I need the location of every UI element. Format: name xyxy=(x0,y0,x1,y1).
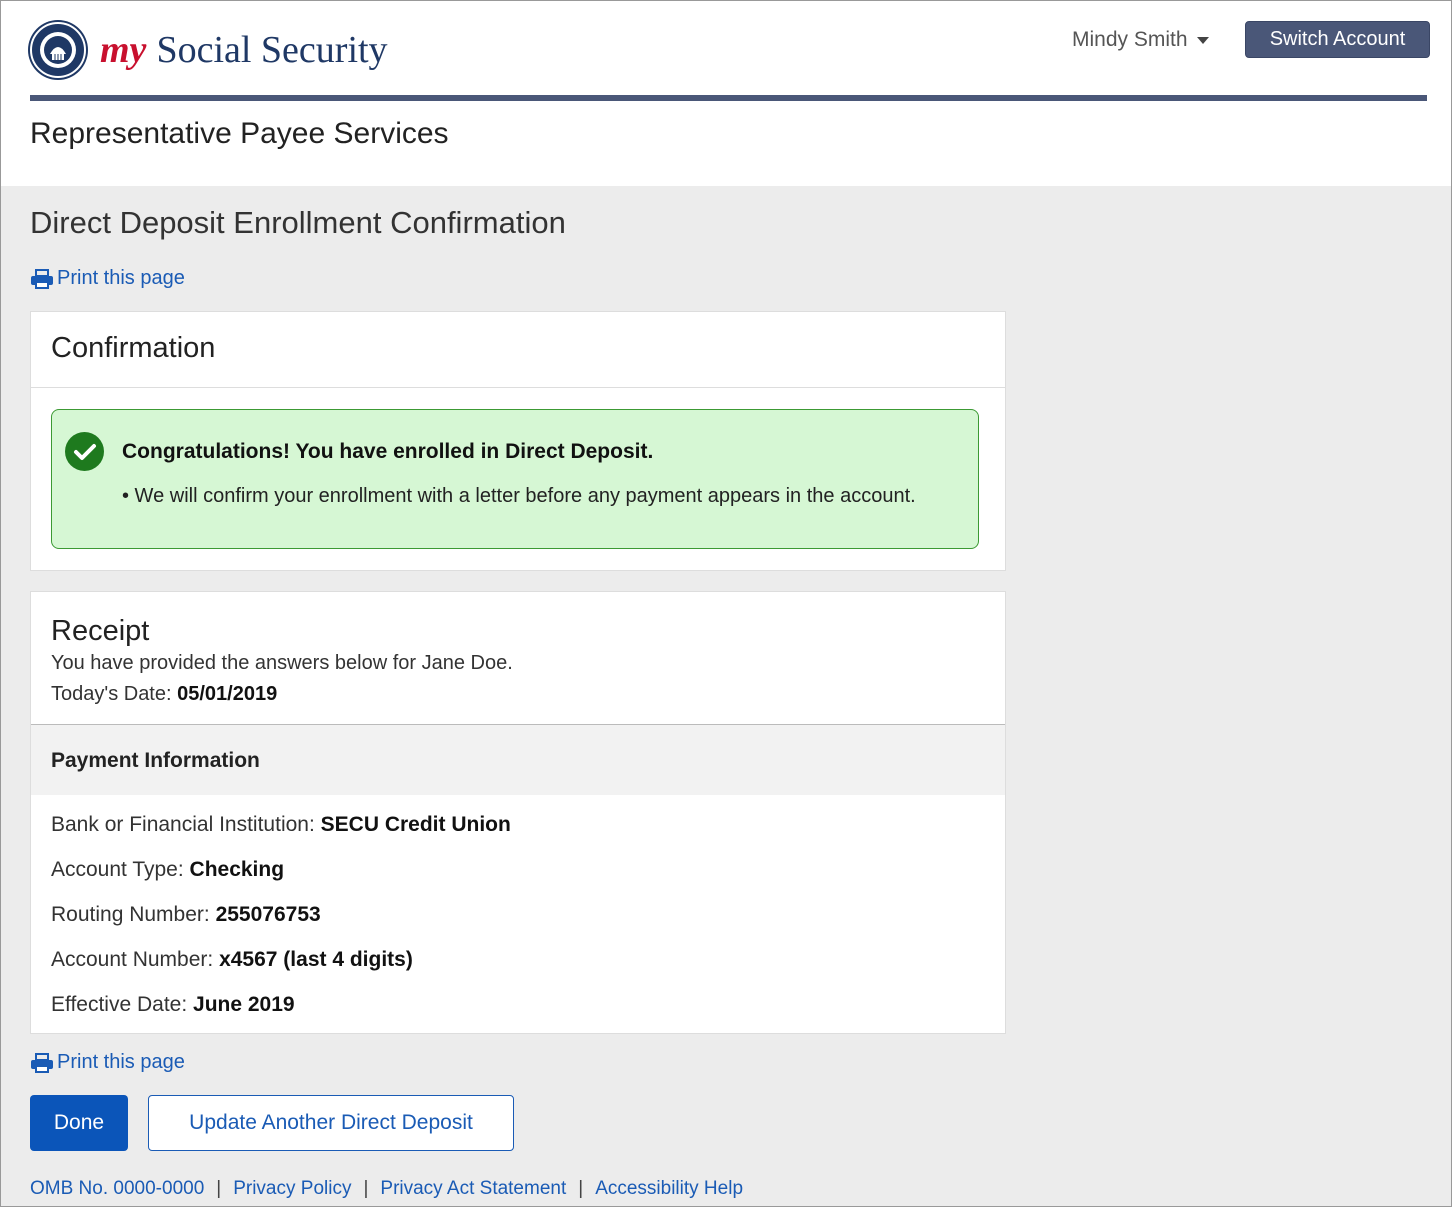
caret-down-icon xyxy=(1197,36,1210,44)
print-page-link-top[interactable]: Print this page xyxy=(30,267,185,290)
footer-privacy-policy-link[interactable]: Privacy Policy xyxy=(233,1178,351,1199)
page-title: Direct Deposit Enrollment Confirmation xyxy=(30,205,566,240)
ssa-seal-icon xyxy=(30,22,86,78)
receipt-card: Receipt You have provided the answers be… xyxy=(30,591,1006,1034)
done-button[interactable]: Done xyxy=(30,1095,128,1151)
footer-privacy-act-link[interactable]: Privacy Act Statement xyxy=(380,1178,566,1199)
payment-value: SECU Credit Union xyxy=(320,813,511,836)
user-menu[interactable]: Mindy Smith xyxy=(1072,28,1210,52)
payment-label: Effective Date: xyxy=(51,993,194,1016)
header-divider xyxy=(30,95,1427,101)
confirmation-card: Confirmation Congratulations! You have e… xyxy=(30,311,1006,571)
payment-info-heading: Payment Information xyxy=(31,725,1005,795)
payment-row-bank: Bank or Financial Institution: SECU Cred… xyxy=(51,809,985,854)
footer-omb-link[interactable]: OMB No. 0000-0000 xyxy=(30,1178,204,1199)
print-link-label: Print this page xyxy=(57,1051,185,1073)
printer-icon xyxy=(31,1052,53,1073)
payment-row-routing-number: Routing Number: 255076753 xyxy=(51,899,985,944)
alert-body: • We will confirm your enrollment with a… xyxy=(122,485,916,507)
payment-info-list: Bank or Financial Institution: SECU Cred… xyxy=(31,795,1005,1034)
payment-value: 255076753 xyxy=(215,903,321,926)
brand-name: Social Security xyxy=(156,29,388,71)
check-circle-icon xyxy=(65,432,104,471)
footer-accessibility-link[interactable]: Accessibility Help xyxy=(595,1178,743,1199)
receipt-date-value: 05/01/2019 xyxy=(177,683,278,705)
payment-value: June 2019 xyxy=(193,993,295,1016)
payment-row-account-type: Account Type: Checking xyxy=(51,854,985,899)
payment-row-account-number: Account Number: x4567 (last 4 digits) xyxy=(51,944,985,989)
printer-icon xyxy=(31,268,53,289)
payment-label: Routing Number: xyxy=(51,903,216,926)
success-alert: Congratulations! You have enrolled in Di… xyxy=(51,409,979,549)
footer-separator: | xyxy=(578,1178,584,1199)
update-another-direct-deposit-button[interactable]: Update Another Direct Deposit xyxy=(148,1095,514,1151)
payment-row-effective-date: Effective Date: June 2019 xyxy=(51,989,985,1034)
payment-value: Checking xyxy=(189,858,285,881)
payment-label: Bank or Financial Institution: xyxy=(51,813,321,836)
payment-label: Account Number: xyxy=(51,948,220,971)
confirmation-heading: Confirmation xyxy=(31,312,1005,388)
receipt-heading: Receipt xyxy=(51,615,150,647)
brand-my: my xyxy=(100,29,147,71)
brand-text: my Social Security xyxy=(100,28,388,72)
footer: OMB No. 0000-0000 | Privacy Policy | Privacy… xyxy=(30,1178,743,1200)
footer-separator: | xyxy=(216,1178,222,1199)
site-header: my Social Security Mindy Smith Switch Acc… xyxy=(0,0,1452,186)
payment-value: x4567 (last 4 digits) xyxy=(219,948,413,971)
section-title: Representative Payee Services xyxy=(30,117,449,150)
receipt-date-label: Today's Date: xyxy=(51,683,178,705)
switch-account-button[interactable]: Switch Account xyxy=(1245,21,1430,58)
brand-logo[interactable]: my Social Security xyxy=(30,22,388,78)
payment-label: Account Type: xyxy=(51,858,190,881)
receipt-date: Today's Date: 05/01/2019 xyxy=(51,679,985,710)
user-name: Mindy Smith xyxy=(1072,28,1188,51)
print-link-label: Print this page xyxy=(57,267,185,289)
receipt-intro: You have provided the answers below for … xyxy=(51,652,513,674)
print-page-link-bottom[interactable]: Print this page xyxy=(30,1051,185,1074)
receipt-summary: Receipt You have provided the answers be… xyxy=(31,592,1005,725)
alert-title: Congratulations! You have enrolled in Di… xyxy=(122,440,654,463)
footer-separator: | xyxy=(363,1178,369,1199)
